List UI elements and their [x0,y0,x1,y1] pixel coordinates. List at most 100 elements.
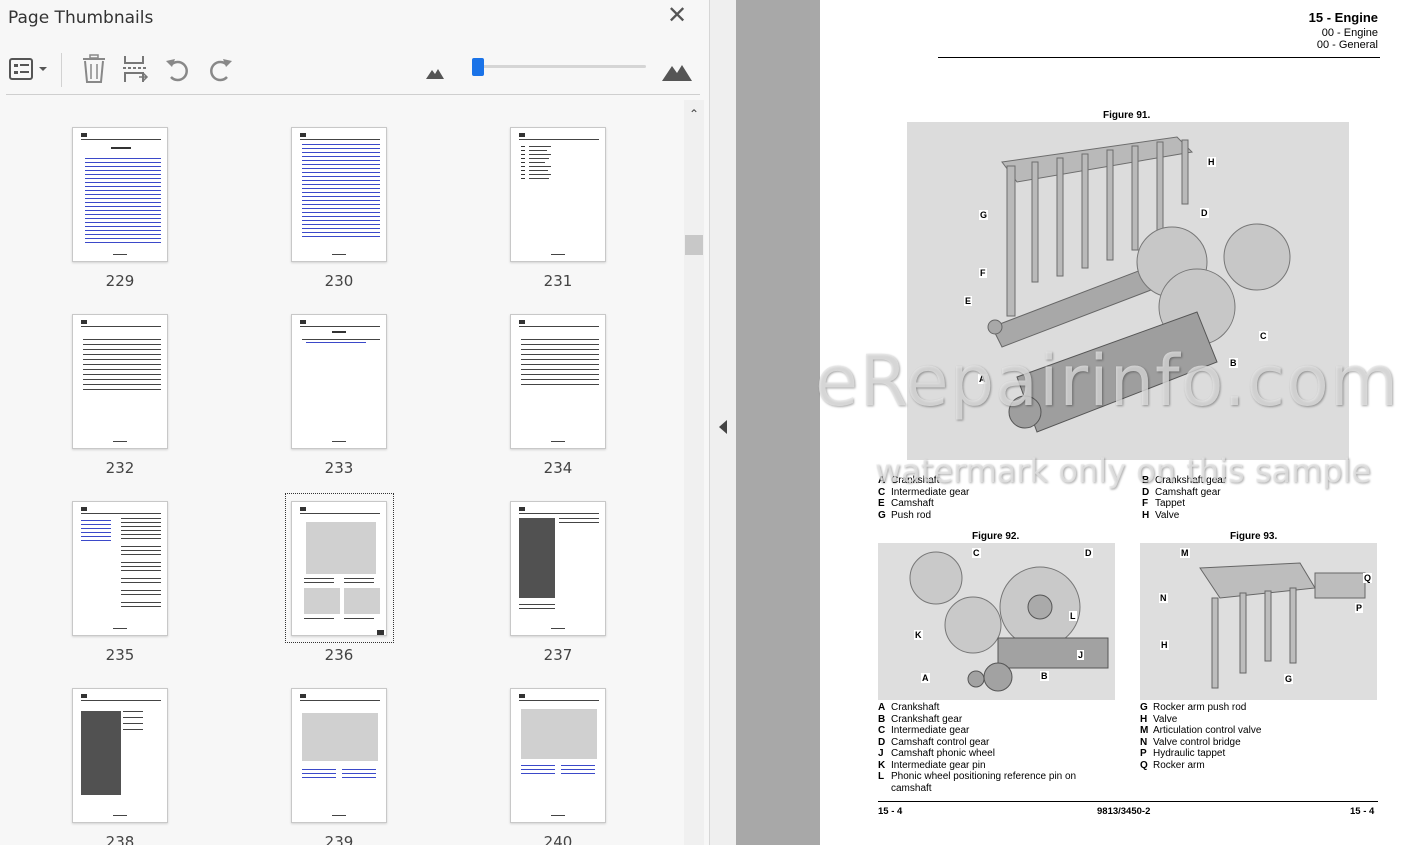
callout-k: K [914,630,923,640]
legend-item: H Valve [1140,713,1178,725]
page-number: 238 [105,833,135,845]
legend-item: N Valve control bridge [1140,736,1241,748]
legend-item: L Phonic wheel positioning reference pin … [878,771,1077,794]
thumbnail-size-slider-thumb[interactable] [472,58,484,76]
legend-item: H Valve [1142,509,1180,521]
legend-item: E Camshaft [878,498,934,509]
page-preview [72,127,168,262]
page-preview [291,501,387,636]
page-preview [510,688,606,823]
footer-rule [878,801,1378,802]
callout-b: B [1040,671,1049,681]
page-preview [510,127,606,262]
section-subtitle-1: 00 - Engine [1321,27,1378,39]
callout-f: F [979,268,987,278]
mountain-large-icon [662,65,692,81]
page-number: 234 [543,459,573,477]
footer-page-left: 15 - 4 [878,806,903,817]
rotate-clockwise-icon [210,59,232,82]
page-number: 240 [543,833,573,845]
footer-page-right: 15 - 4 [1350,806,1375,817]
page-preview [72,314,168,449]
scroll-up-icon[interactable]: ⌃ [688,108,700,120]
figure-92-legend: A Crankshaft B Crankshaft gear C Intermedia… [878,702,1128,794]
callout-g: G [1284,674,1294,684]
section-subtitle-2: 00 - General [1316,39,1378,51]
legend-item: C Intermediate gear [878,725,970,736]
thumbnail-grid: 229 230 231 232 233 234 235 236 237 238 … [0,100,684,845]
callout-h: H [1207,157,1216,167]
callout-n: N [1159,593,1168,603]
page-preview [291,127,387,262]
section-title: 15 - Engine [1308,10,1378,25]
panel-header: Page Thumbnails ✕ [0,0,710,40]
legend-item: K Intermediate gear pin [878,759,986,771]
toolbar-separator [61,53,62,87]
footer-doc-number: 9813/3450-2 [1097,806,1151,817]
legend-item: D Camshaft control gear [878,736,990,748]
figure-91-caption: Figure 91. [1103,110,1151,121]
insert-pages-button[interactable] [121,53,151,85]
trash-icon [83,54,105,83]
callout-d: D [1084,548,1093,558]
watermark-subtext: watermark only on this sample [875,452,1372,490]
gear-train-illustration [878,543,1115,700]
thumbnail-options-button[interactable] [8,53,50,85]
insert-pages-icon [123,56,149,82]
page-number: 233 [324,459,354,477]
rotate-clockwise-button[interactable] [205,53,235,85]
close-panel-button[interactable]: ✕ [664,3,690,29]
page-thumbnails-panel: Page Thumbnails ✕ 229 230 231 232 233 23… [0,0,710,845]
page-number: 230 [324,272,354,290]
page-number: 239 [324,833,354,845]
mountain-small-icon [426,69,444,79]
rocker-arm-illustration [1140,543,1377,700]
page-preview [510,501,606,636]
callout-q: Q [1363,573,1373,583]
zoom-out-thumbnails[interactable] [424,53,446,85]
rotate-counterclockwise-icon [166,59,188,82]
figure-93-legend: G Rocker arm push rod H Valve M Articulatio… [1140,702,1380,771]
page-preview [291,314,387,449]
zoom-in-thumbnails[interactable] [660,53,694,85]
delete-pages-button[interactable] [80,53,108,85]
scrollbar-thumb[interactable] [685,235,703,255]
callout-d: D [1200,208,1209,218]
callout-m: M [1180,548,1190,558]
callout-j: J [1077,650,1085,660]
callout-g: G [979,210,989,220]
collapse-panel-icon[interactable] [719,420,727,434]
page-number: 235 [105,646,135,664]
callout-h: H [1160,640,1169,650]
legend-item: G Rocker arm push rod [1140,702,1247,713]
legend-item: Q Rocker arm [1140,759,1205,771]
page-preview [291,688,387,823]
page-preview [72,688,168,823]
panel-title: Page Thumbnails [8,8,154,28]
callout-a: A [921,673,930,683]
watermark-text: eRepairinfo.com [815,340,1399,422]
callout-l: L [1069,611,1077,621]
legend-item: J Camshaft phonic wheel [878,748,995,759]
header-rule [938,57,1380,58]
legend-item: A Crankshaft [878,702,940,713]
figure-93-caption: Figure 93. [1230,531,1278,542]
pdf-viewer: Page Thumbnails ✕ 229 230 231 232 233 23… [0,0,1423,845]
thumbnail-options-icon [9,58,47,80]
legend-item: M Articulation control valve [1140,725,1262,736]
legend-item: B Crankshaft gear [878,713,963,725]
page-number: 229 [105,272,135,290]
page-number: 237 [543,646,573,664]
page-preview [510,314,606,449]
rotate-counterclockwise-button[interactable] [163,53,193,85]
figure-93-image: M Q N P H G [1140,543,1377,700]
page-number: 236 [324,646,354,664]
page-number: 232 [105,459,135,477]
legend-item: F Tappet [1142,498,1186,509]
thumbnail-size-slider[interactable] [478,65,646,68]
legend-item: G Push rod [878,509,932,521]
panel-splitter[interactable] [710,0,736,845]
figure-92-caption: Figure 92. [972,531,1020,542]
figure-92-image: C D L K J A B [878,543,1115,700]
thumbnails-scrollbar[interactable]: ⌃ [684,100,704,845]
